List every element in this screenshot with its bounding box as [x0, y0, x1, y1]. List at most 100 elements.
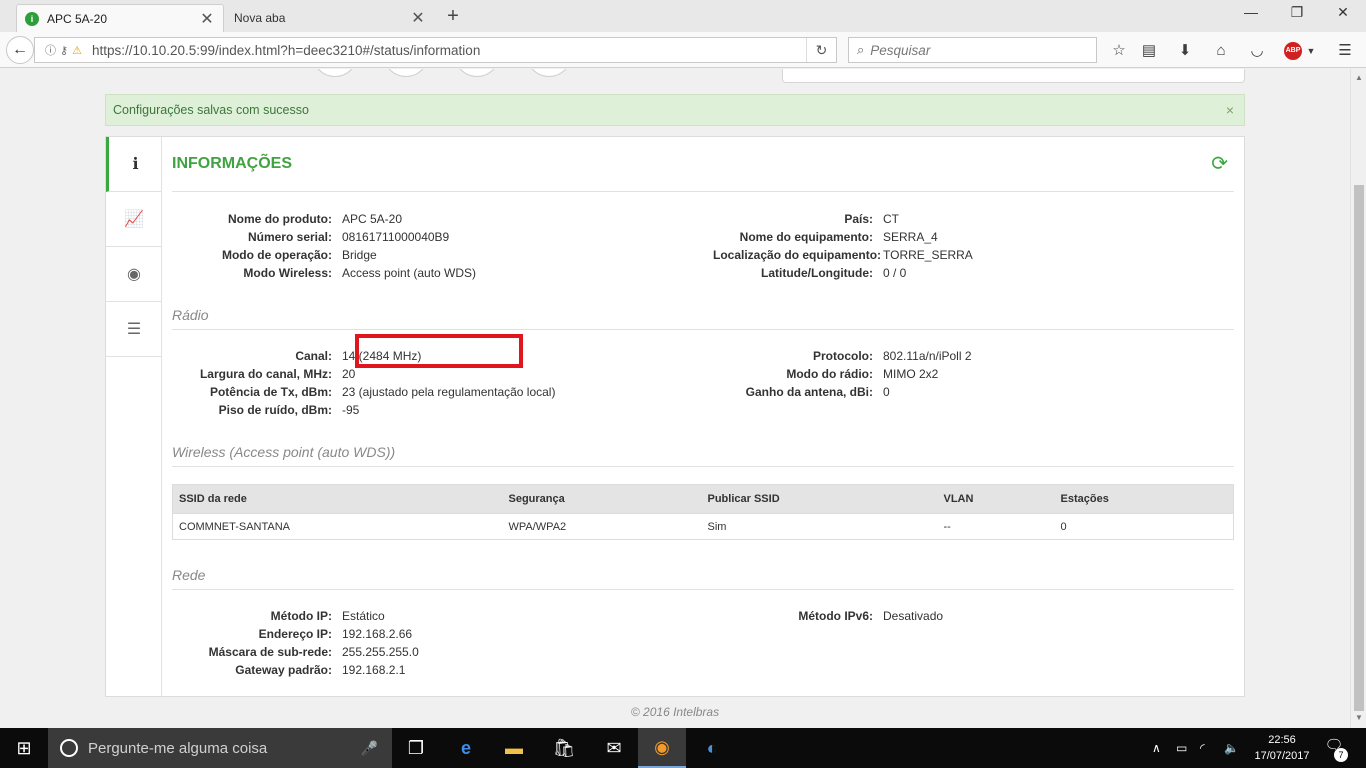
footer-copyright: © 2016 Intelbras — [630, 705, 720, 719]
info-row: Modo Wireless: Access point (auto WDS) — [243, 266, 477, 280]
restore-icon[interactable]: ❐ — [1274, 4, 1320, 21]
cortana-search[interactable]: Pergunte-me alguma coisa 🎤 — [48, 728, 392, 768]
page-content: Configurações salvas com sucesso × ℹ 📈 ◉… — [0, 69, 1350, 728]
new-tab-icon[interactable]: + — [442, 5, 464, 28]
browser-nav-bar: ← ⓘ ⚷ ⚠ https://10.10.20.5:99/index.html… — [0, 32, 1366, 68]
status-circle — [454, 69, 500, 77]
column-header: VLAN — [937, 484, 1055, 514]
close-tab-icon[interactable]: ✕ — [410, 8, 426, 28]
information-panel: ℹ 📈 ◉ ☰ INFORMAÇÕES ⟳ Nome do produto: AP… — [105, 136, 1245, 697]
windows-taskbar: ⊞ Pergunte-me alguma coisa 🎤 ❐ e ▬ 🛍 ✉ ◉… — [0, 728, 1366, 768]
wireless-icon[interactable]: ◉ — [106, 247, 162, 302]
search-placeholder: Pesquisar — [870, 42, 931, 58]
table-header-row: SSID da rede Segurança Publicar SSID VLA… — [172, 484, 1234, 514]
network-icon[interactable]: ▭ — [1176, 728, 1187, 768]
network-row: Endereço IP: 192.168.2.66 — [258, 627, 413, 641]
info-right-list: País: CT Nome do equipamento: SERRA_4 Loca… — [713, 210, 973, 282]
alert-message: Configurações salvas com sucesso — [113, 103, 309, 117]
notification-badge: 7 — [1334, 748, 1348, 762]
info-row: Nome do produto: APC 5A-20 — [228, 212, 403, 226]
network-left-list: Método IP: Estático Endereço IP: 192.168.2… — [172, 607, 419, 679]
success-alert: Configurações salvas com sucesso × — [105, 94, 1245, 126]
network-row: Máscara de sub-rede: 255.255.255.0 — [208, 645, 419, 659]
info-icon[interactable]: ⓘ — [45, 42, 56, 58]
volume-icon[interactable]: 🔈 — [1224, 728, 1239, 768]
download-icon[interactable]: ⬇ — [1174, 41, 1196, 61]
taskbar-clock[interactable]: 22:56 17/07/2017 — [1250, 732, 1314, 764]
url-text[interactable]: https://10.10.20.5:99/index.html?h=deec3… — [92, 43, 480, 58]
reading-list-icon[interactable]: ▤ — [1138, 41, 1160, 61]
show-hidden-icons[interactable]: ∧ — [1152, 728, 1161, 768]
wifi-icon[interactable]: ◜ — [1200, 728, 1205, 768]
file-explorer-icon[interactable]: ▬ — [490, 728, 538, 768]
scroll-down-icon[interactable]: ▼ — [1354, 713, 1364, 722]
windows-start-icon[interactable]: ⊞ — [0, 728, 48, 768]
radio-row: Modo do rádio: MIMO 2x2 — [786, 367, 939, 381]
menu-icon[interactable]: ☰ — [1334, 41, 1356, 61]
table-cell: -- — [937, 513, 1055, 540]
info-left-list: Nome do produto: APC 5A-20 Número serial:… — [172, 210, 476, 282]
app-icon[interactable]: ◐ — [688, 728, 736, 768]
browser-tab-bar: i APC 5A-20 ✕ Nova aba ✕ + — ❐ ✕ — [0, 0, 1366, 32]
wireless-section-title: Wireless (Access point (auto WDS)) — [172, 444, 1234, 467]
scroll-up-icon[interactable]: ▲ — [1354, 73, 1364, 82]
chevron-down-icon[interactable]: ▼ — [1300, 41, 1322, 61]
alert-close-icon[interactable]: × — [1226, 102, 1234, 118]
tab-title: APC 5A-20 — [47, 11, 108, 26]
cortana-icon — [60, 739, 78, 757]
table-cell: WPA/WPA2 — [502, 513, 702, 540]
page-scrollbar[interactable]: ▲ ▼ — [1350, 69, 1366, 728]
search-icon: ⌕ — [857, 42, 865, 57]
mail-icon[interactable]: ✉ — [590, 728, 638, 768]
key-icon: ⚷ — [60, 44, 69, 57]
info-icon[interactable]: ℹ — [106, 137, 162, 192]
column-header: Publicar SSID — [701, 484, 938, 514]
firefox-icon[interactable]: ◉ — [638, 728, 686, 768]
status-circle — [383, 69, 429, 77]
clock-time: 22:56 — [1268, 734, 1296, 746]
pocket-icon[interactable]: ◡ — [1246, 41, 1268, 61]
page-title: INFORMAÇÕES — [172, 155, 292, 172]
column-header: Estações — [1054, 484, 1234, 514]
chart-icon[interactable]: 📈 — [106, 192, 162, 247]
refresh-icon[interactable]: ⟳ — [1211, 151, 1228, 176]
microphone-icon[interactable]: 🎤 — [361, 740, 378, 757]
tab-new[interactable]: Nova aba ✕ — [226, 4, 434, 32]
address-bar[interactable]: ⓘ ⚷ ⚠ https://10.10.20.5:99/index.html?h… — [34, 37, 837, 63]
bookmark-star-icon[interactable]: ☆ — [1108, 41, 1130, 61]
radio-row: Ganho da antena, dBi: 0 — [745, 385, 890, 399]
warning-icon: ⚠ — [72, 44, 82, 57]
search-input[interactable]: ⌕ Pesquisar — [848, 37, 1097, 63]
network-right-list: Método IPv6: Desativado — [713, 607, 943, 625]
side-nav: ℹ 📈 ◉ ☰ — [106, 137, 162, 696]
close-window-icon[interactable]: ✕ — [1320, 4, 1366, 21]
radio-row: Potência de Tx, dBm: 23 (ajustado pela re… — [209, 385, 556, 399]
tab-title: Nova aba — [234, 11, 286, 25]
list-icon[interactable]: ☰ — [106, 302, 162, 357]
home-icon[interactable]: ⌂ — [1210, 41, 1232, 61]
info-row: País: CT — [844, 212, 899, 226]
network-row: Método IPv6: Desativado — [798, 609, 944, 623]
minimize-icon[interactable]: — — [1228, 4, 1274, 20]
clock-date: 17/07/2017 — [1254, 750, 1310, 762]
close-tab-icon[interactable]: ✕ — [199, 9, 215, 29]
radio-right-list: Protocolo: 802.11a/n/iPoll 2 Modo do rádi… — [713, 347, 972, 401]
radio-row: Piso de ruído, dBm: -95 — [218, 403, 360, 417]
column-header: Segurança — [502, 484, 702, 514]
radio-row: Protocolo: 802.11a/n/iPoll 2 — [813, 349, 972, 363]
info-row: Nome do equipamento: SERRA_4 — [739, 230, 938, 244]
back-button[interactable]: ← — [6, 36, 34, 64]
panel-header: INFORMAÇÕES ⟳ — [172, 137, 1234, 192]
network-row: Gateway padrão: 192.168.2.1 — [235, 663, 406, 677]
tab-apc[interactable]: i APC 5A-20 ✕ — [16, 4, 224, 32]
store-icon[interactable]: 🛍 — [540, 728, 588, 768]
scroll-thumb[interactable] — [1354, 185, 1364, 711]
edge-icon[interactable]: e — [442, 728, 490, 768]
ssid-table: SSID da rede Segurança Publicar SSID VLA… — [172, 484, 1234, 540]
status-circle — [312, 69, 358, 77]
cortana-placeholder: Pergunte-me alguma coisa — [88, 739, 268, 757]
action-center-icon[interactable]: 🗨 7 — [1320, 736, 1348, 762]
reload-icon[interactable]: ↻ — [806, 38, 836, 62]
radio-section-title: Rádio — [172, 307, 1234, 330]
task-view-icon[interactable]: ❐ — [392, 728, 440, 768]
